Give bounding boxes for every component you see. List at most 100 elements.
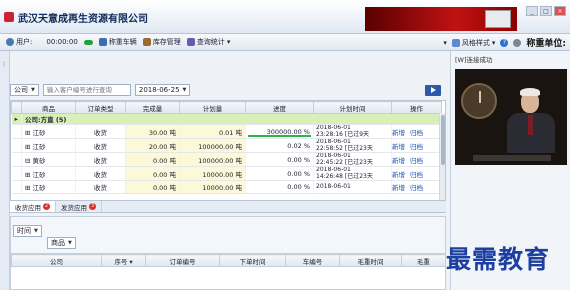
chevron-down-icon: ▼ bbox=[68, 240, 72, 246]
minimize-icon[interactable]: _ bbox=[526, 6, 538, 16]
toolbar: 用户: 00:00:00 称重车辆 库存管理 查询统计 ▾ ▾ 风格样式 ▾ ?… bbox=[0, 34, 570, 51]
tab-badge: 2 bbox=[43, 203, 50, 210]
progress-cell: 0.00 % bbox=[245, 180, 314, 194]
weigh-car-label: 称重车辆 bbox=[108, 38, 137, 46]
archive-link[interactable]: 归档 bbox=[410, 143, 423, 151]
chevron-down-icon: ▾ bbox=[226, 38, 231, 46]
add-link[interactable]: 新增 bbox=[392, 129, 405, 137]
add-link[interactable]: 新增 bbox=[392, 184, 405, 192]
chevron-down-icon: ▾ bbox=[129, 257, 133, 266]
done-cell: 20.00 吨 bbox=[125, 138, 180, 153]
order-type-cell: 收货 bbox=[75, 138, 126, 153]
product-cell: ⊞ 江砂 bbox=[21, 138, 76, 153]
tab-label: 发货应用 bbox=[61, 203, 87, 212]
table-row[interactable]: ⊞ 江砂 收货 0.00 吨 10000.00 吨 0.00 % 2018-06… bbox=[11, 180, 442, 194]
banner-thumbnail bbox=[485, 10, 511, 28]
tab-ship-app[interactable]: 发货应用 3 bbox=[56, 201, 102, 212]
plan-time-cell: 2018-06-01 14:26:48 [已过23天 bbox=[313, 166, 392, 181]
stock-mgmt-button[interactable]: 库存管理 bbox=[142, 37, 181, 47]
column-header[interactable]: 订单编号 bbox=[145, 254, 220, 267]
column-header[interactable]: 车编号 bbox=[285, 254, 340, 267]
archive-link[interactable]: 归档 bbox=[410, 129, 423, 137]
chevron-down-icon[interactable]: ▾ bbox=[443, 39, 447, 47]
time-select[interactable]: 时间 ▼ bbox=[13, 225, 42, 237]
action-cell: 新增 归档 bbox=[391, 138, 442, 153]
maximize-icon[interactable]: □ bbox=[540, 6, 552, 16]
plan-cell: 100000.00 吨 bbox=[179, 138, 246, 153]
timer: 00:00:00 bbox=[46, 38, 77, 46]
unit-label: 称重单位: bbox=[526, 39, 566, 49]
stock-mgmt-label: 库存管理 bbox=[152, 38, 181, 46]
archive-link[interactable]: 归档 bbox=[410, 171, 423, 179]
product-cell: ⊞ 江砂 bbox=[21, 180, 76, 194]
column-header[interactable]: 毛重时间 bbox=[339, 254, 402, 267]
column-header[interactable]: 序号 ▾ bbox=[101, 254, 146, 267]
banner-ad[interactable] bbox=[365, 7, 517, 31]
column-header[interactable]: 进度 bbox=[245, 101, 314, 114]
order-grid: 商品 订单类型 完成量 计划量 进度 计划时间 操作 ▸ 公司:方直 (5) ⊞… bbox=[10, 100, 446, 201]
video-caption bbox=[473, 155, 551, 161]
play-icon[interactable] bbox=[425, 85, 441, 96]
order-type-cell: 收货 bbox=[75, 166, 126, 181]
online-indicator-icon bbox=[83, 39, 93, 45]
table-row[interactable]: ⊟ 黄砂 收货 0.00 吨 100000.00 吨 0.00 % 2018-0… bbox=[11, 152, 442, 167]
customer-search-input[interactable] bbox=[42, 84, 131, 96]
group-label: 公司:方直 (5) bbox=[21, 113, 442, 125]
plan-cell: 0.01 吨 bbox=[179, 124, 246, 139]
video-feed[interactable] bbox=[455, 69, 567, 165]
left-strip: ⋮ bbox=[0, 51, 10, 290]
add-link[interactable]: 新增 bbox=[392, 143, 405, 151]
action-cell: 新增 归档 bbox=[391, 180, 442, 194]
app-logo-icon bbox=[4, 12, 14, 22]
product-select[interactable]: 商品 ▼ bbox=[47, 237, 76, 249]
table-row[interactable]: ⊞ 江砂 收货 0.00 吨 10000.00 吨 0.00 % 2018-06… bbox=[11, 166, 442, 181]
scrollbar-thumb[interactable] bbox=[441, 115, 445, 165]
product-select-value: 商品 bbox=[51, 239, 65, 247]
plan-cell: 10000.00 吨 bbox=[179, 166, 246, 181]
column-header[interactable]: 公司 bbox=[11, 254, 102, 267]
table-row[interactable]: ⊞ 江砂 收货 20.00 吨 100000.00 吨 0.02 % 2018-… bbox=[11, 138, 442, 153]
progress-cell: 0.00 % bbox=[245, 166, 314, 181]
table-row[interactable]: ⊞ 江砂 收货 30.00 吨 0.01 吨 300000.00 % 2018-… bbox=[11, 124, 442, 139]
add-link[interactable]: 新增 bbox=[392, 171, 405, 179]
done-cell: 0.00 吨 bbox=[125, 166, 180, 181]
stats-icon bbox=[186, 38, 195, 46]
column-header[interactable]: 商品 bbox=[21, 101, 76, 114]
done-cell: 0.00 吨 bbox=[125, 152, 180, 167]
window-controls: _ □ × bbox=[526, 6, 566, 16]
query-stats-menu[interactable]: 查询统计 ▾ bbox=[186, 37, 231, 47]
column-header[interactable]: 下单时间 bbox=[219, 254, 286, 267]
company-select-value: 公司 bbox=[14, 86, 28, 94]
column-header[interactable]: 订单类型 bbox=[75, 101, 126, 114]
tab-receive-app[interactable]: 收货应用 2 bbox=[10, 201, 56, 212]
user-label: 用户: bbox=[16, 38, 33, 46]
collapse-handle[interactable]: ⋮ bbox=[1, 61, 9, 68]
receive-panel: 时间 ▼ 商品 ▼ 公司 序号 ▾ 订单编号 下单时间 车编号 毛重时间 毛重 bbox=[10, 216, 446, 290]
warehouse-icon bbox=[142, 38, 151, 46]
archive-link[interactable]: 归档 bbox=[410, 157, 423, 165]
connection-status bbox=[83, 39, 93, 45]
column-header[interactable]: 毛重 bbox=[401, 254, 446, 267]
plan-time-cell: 2018-06-01 22:45:22 [已过23天 bbox=[313, 152, 392, 167]
help-icon[interactable]: ? bbox=[500, 38, 509, 47]
column-header[interactable]: 操作 bbox=[391, 101, 442, 114]
column-header[interactable]: 计划量 bbox=[179, 101, 246, 114]
table-header: 商品 订单类型 完成量 计划量 进度 计划时间 操作 bbox=[11, 101, 442, 114]
product-cell: ⊞ 江砂 bbox=[21, 124, 76, 139]
chevron-down-icon: ▼ bbox=[34, 228, 38, 234]
company-select[interactable]: 公司 ▼ bbox=[10, 84, 39, 96]
group-row[interactable]: ▸ 公司:方直 (5) bbox=[11, 113, 442, 125]
date-picker[interactable]: 2018-06-25 ▼ bbox=[134, 84, 191, 96]
add-link[interactable]: 新增 bbox=[392, 157, 405, 165]
theme-menu[interactable]: 风格样式 ▾ bbox=[451, 38, 495, 48]
weigh-car-button[interactable]: 称重车辆 bbox=[98, 37, 137, 47]
plan-time-cell: 2018-06-01 bbox=[313, 180, 392, 194]
action-cell: 新增 归档 bbox=[391, 124, 442, 139]
column-header[interactable]: 完成量 bbox=[125, 101, 180, 114]
column-header[interactable]: 计划时间 bbox=[313, 101, 392, 114]
close-icon[interactable]: × bbox=[554, 6, 566, 16]
gear-icon[interactable] bbox=[513, 38, 522, 47]
archive-link[interactable]: 归档 bbox=[410, 184, 423, 192]
done-cell: 30.00 吨 bbox=[125, 124, 180, 139]
vertical-scrollbar[interactable] bbox=[439, 113, 445, 200]
